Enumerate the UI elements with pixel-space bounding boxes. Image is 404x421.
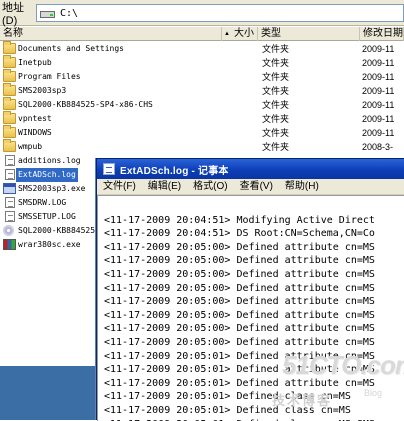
notepad-menu-item[interactable]: 文件(F): [97, 179, 142, 195]
file-date: 2009-11: [362, 72, 395, 82]
file-type: 文件夹: [262, 58, 290, 68]
log-line: <11-17-2009 20:04:51> Modifying Active D…: [104, 214, 375, 226]
column-header: 名称 ▲ 大小 类型 修改日期: [0, 27, 404, 41]
file-name: SMS2003sp3: [18, 86, 67, 95]
notepad-title: ExtADSch.log - 记事本: [120, 165, 229, 177]
file-type: 文件夹: [262, 44, 290, 54]
log-line: <11-17-2009 20:05:01> Defined class cn=M…: [104, 391, 351, 403]
document-icon: [5, 155, 15, 166]
log-line: <11-17-2009 20:05:01> Defined class cn=M…: [104, 418, 375, 421]
file-type: 文件夹: [262, 86, 290, 96]
address-path: C:\: [60, 7, 79, 19]
notepad-menu-bar: 文件(F) 编辑(E) 格式(O) 查看(V) 帮助(H): [97, 179, 404, 195]
file-date: 2009-11: [362, 114, 395, 124]
address-input[interactable]: C:\: [36, 4, 404, 22]
log-line: <11-17-2009 20:05:00> Defined attribute …: [104, 282, 375, 294]
file-type: 文件夹: [262, 72, 290, 82]
file-type: 文件夹: [262, 128, 290, 138]
folder-icon: [3, 69, 16, 82]
file-name: SQL2000-KB884525-SP4-x86-CHS: [18, 100, 153, 109]
file-date: 2009-11: [362, 44, 395, 54]
column-size[interactable]: ▲ 大小: [222, 27, 258, 41]
file-date: 2009-11: [362, 58, 395, 68]
log-line: <11-17-2009 20:05:01> Defined class cn=M…: [104, 405, 351, 416]
column-date[interactable]: 修改日期: [360, 27, 404, 41]
notepad-text-area[interactable]: <11-17-2009 20:04:51> Modifying Active D…: [97, 195, 404, 421]
file-row[interactable]: Inetpub 文件夹 2009-11: [0, 55, 404, 70]
document-icon: [5, 211, 15, 222]
file-date: 2009-11: [362, 86, 395, 96]
file-row[interactable]: Program Files 文件夹 2009-11: [0, 69, 404, 84]
notepad-menu-item[interactable]: 格式(O): [187, 179, 233, 195]
document-icon: [5, 197, 15, 208]
file-type: 文件夹: [262, 114, 290, 124]
log-line: <11-17-2009 20:05:00> Defined attribute …: [104, 337, 375, 348]
file-row[interactable]: WINDOWS 文件夹 2009-11: [0, 125, 404, 140]
notepad-icon: [103, 163, 115, 175]
file-row[interactable]: SMS2003sp3 文件夹 2009-11: [0, 83, 404, 98]
file-name: ExtADSch.log: [16, 168, 78, 182]
file-name: vpntest: [18, 114, 52, 123]
file-name: WINDOWS: [18, 128, 52, 137]
column-type[interactable]: 类型: [258, 27, 360, 41]
file-name: wmpub: [18, 142, 43, 151]
folder-icon: [3, 55, 16, 68]
notepad-menu-item[interactable]: 帮助(H): [279, 179, 325, 195]
installer-icon: [3, 183, 16, 194]
file-name: Documents and Settings: [18, 44, 124, 53]
file-type: 文件夹: [262, 100, 290, 110]
log-line: <11-17-2009 20:04:51> DS Root:CN=Schema,…: [104, 228, 375, 240]
file-name: SMSDRW.LOG: [18, 198, 67, 207]
log-line: <11-17-2009 20:05:00> Defined attribute …: [104, 241, 375, 253]
address-bar: 地址(D) C:\: [0, 0, 404, 27]
drive-icon: [40, 7, 56, 19]
file-name: additions.log: [18, 156, 81, 165]
notepad-window[interactable]: ExtADSch.log - 记事本 文件(F) 编辑(E) 格式(O) 查看(V) 帮…: [96, 158, 404, 421]
file-name: wrar380sc.exe: [18, 240, 81, 249]
winrar-icon: [3, 239, 16, 250]
notepad-menu-item[interactable]: 查看(V): [234, 179, 279, 195]
disc-image-icon: [3, 225, 14, 236]
folder-icon: [3, 139, 16, 152]
file-row[interactable]: SQL2000-KB884525-SP4-x86-CHS 文件夹 2009-11: [0, 97, 404, 112]
document-icon: [5, 169, 15, 180]
log-line: <11-17-2009 20:05:01> Defined attribute …: [104, 377, 375, 389]
file-type: 文件夹: [262, 142, 290, 152]
log-line: <11-17-2009 20:05:00> Defined attribute …: [104, 309, 375, 321]
log-line: <11-17-2009 20:05:01> Defined attribute …: [104, 364, 375, 376]
file-row[interactable]: vpntest 文件夹 2009-11: [0, 111, 404, 126]
column-size-label: 大小: [234, 28, 254, 39]
file-name: Inetpub: [18, 58, 52, 67]
file-name: SMSSETUP.LOG: [18, 212, 76, 221]
folder-icon: [3, 83, 16, 96]
file-row[interactable]: wmpub 文件夹 2008-3-: [0, 139, 404, 154]
address-label: 地址(D): [2, 1, 24, 27]
file-name: SQL2000-KB884525: [18, 226, 96, 235]
file-date: 2008-3-: [362, 142, 394, 152]
folder-icon: [3, 125, 16, 138]
log-line: <11-17-2009 20:05:00> Defined attribute …: [104, 269, 375, 280]
column-name[interactable]: 名称: [0, 27, 222, 41]
file-date: 2009-11: [362, 100, 395, 110]
log-line: <11-17-2009 20:05:00> Defined attribute …: [104, 296, 375, 308]
file-row[interactable]: Documents and Settings 文件夹 2009-11: [0, 41, 404, 56]
log-line: <11-17-2009 20:05:00> Defined attribute …: [104, 255, 375, 267]
notepad-title-bar[interactable]: ExtADSch.log - 记事本: [97, 159, 404, 179]
file-name: SMS2003sp3.exe: [18, 184, 86, 193]
sort-arrow-icon: ▲: [224, 31, 230, 37]
folder-icon: [3, 97, 16, 110]
file-date: 2009-11: [362, 128, 395, 138]
notepad-menu-item[interactable]: 编辑(E): [142, 179, 187, 195]
folder-icon: [3, 41, 16, 54]
log-line: <11-17-2009 20:05:01> Defined attribute …: [104, 350, 375, 362]
file-name: Program Files: [18, 72, 81, 81]
folder-icon: [3, 111, 16, 124]
desktop-background: [0, 311, 98, 420]
log-line: <11-17-2009 20:05:00> Defined attribute …: [104, 323, 375, 335]
